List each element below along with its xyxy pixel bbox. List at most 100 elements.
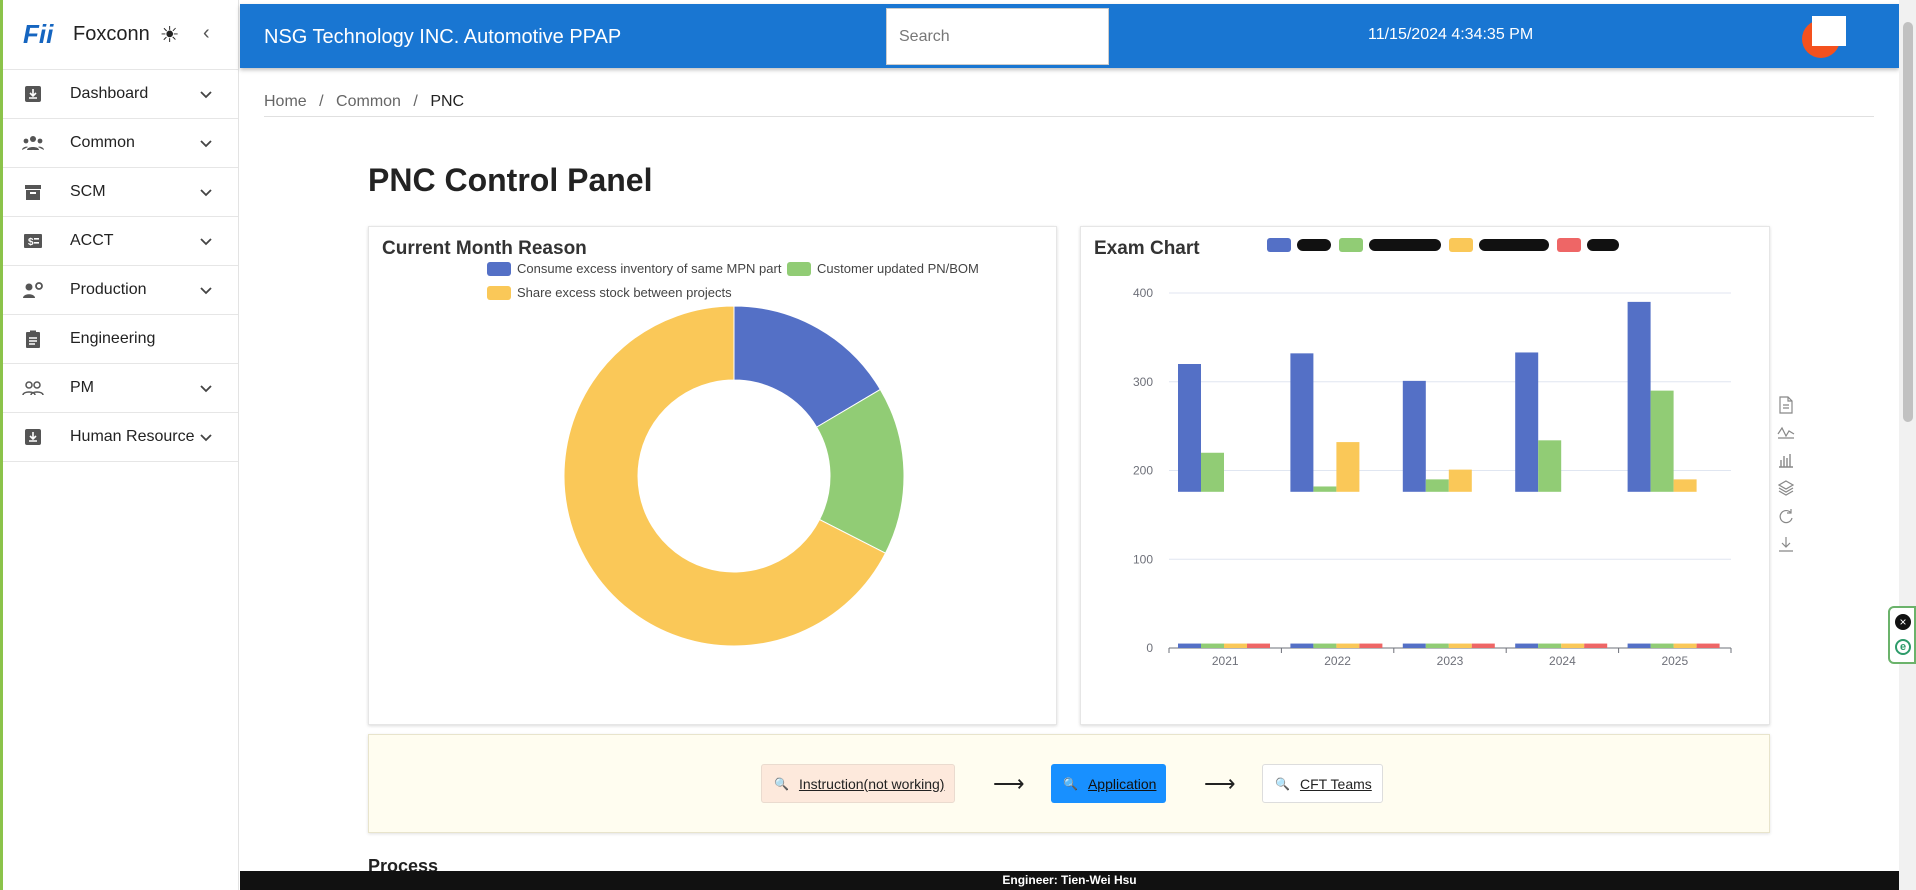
search-icon: 🔍	[774, 776, 789, 791]
header-datetime: 11/15/2024 4:34:35 PM	[1368, 26, 1534, 43]
donut-chart-card: Current Month Reason Consume excess inve…	[368, 226, 1057, 725]
bar	[1650, 390, 1674, 492]
cft-teams-button[interactable]: 🔍 CFT Teams	[1262, 764, 1383, 803]
brand: Fii Foxconn ☀ ‹	[3, 0, 238, 70]
cft-teams-label: CFT Teams	[1299, 775, 1372, 792]
bar	[1627, 301, 1651, 492]
bar-chart-card: Exam Chart 0 100 200 300 400 2021 2022 2023 2024…	[1080, 226, 1770, 725]
group-icon	[22, 133, 44, 153]
bar	[1561, 643, 1585, 648]
bar	[1696, 643, 1720, 648]
bar	[1650, 643, 1674, 648]
flow-arrow-icon: ⟶	[1204, 771, 1236, 796]
bar	[1471, 643, 1495, 648]
process-flow-bar: 🔍 Instruction(not working) ⟶ 🔍 Applicati…	[368, 734, 1770, 833]
breadcrumb-divider	[264, 116, 1874, 117]
sidebar-item-pm[interactable]: PM	[3, 364, 238, 413]
instruction-button[interactable]: 🔍 Instruction(not working)	[761, 764, 956, 803]
chevron-down-icon	[200, 86, 212, 104]
bar	[1313, 486, 1337, 492]
breadcrumb-separator: /	[413, 93, 418, 110]
sidebar: Fii Foxconn ☀ ‹ Dashboard Common SCM $ ACCT P…	[3, 0, 239, 890]
collapse-sidebar-chevron-left-icon[interactable]: ‹	[203, 22, 210, 45]
money-icon: $	[22, 231, 44, 251]
page-title: PNC Control Panel	[368, 162, 653, 198]
chevron-down-icon	[200, 233, 212, 251]
bar	[1627, 643, 1651, 648]
bar	[1201, 643, 1224, 648]
sidebar-item-label: Production	[70, 281, 147, 298]
line-chart-icon[interactable]	[1776, 424, 1796, 452]
clipboard-icon	[22, 329, 44, 349]
sidebar-item-common[interactable]: Common	[3, 119, 238, 168]
sidebar-item-dashboard[interactable]: Dashboard	[3, 70, 238, 119]
bar-chart-icon[interactable]	[1776, 452, 1796, 480]
bar	[1247, 643, 1270, 648]
sidebar-item-label: Dashboard	[70, 85, 149, 102]
sidebar-item-label: Human Resource	[70, 428, 195, 445]
chart-toolbox	[1776, 396, 1796, 564]
bar	[1336, 643, 1360, 648]
sidebar-item-engineering[interactable]: Engineering	[3, 315, 238, 364]
sidebar-nav: Dashboard Common SCM $ ACCT Production Enginee…	[3, 70, 238, 462]
bar	[1402, 380, 1426, 492]
breadcrumb: Home / Common / PNC	[264, 93, 472, 111]
breadcrumb-home[interactable]: Home	[264, 93, 307, 110]
floating-widget: × e	[1888, 606, 1916, 664]
download-box-icon	[22, 427, 44, 447]
search-icon: 🔍	[1063, 776, 1078, 791]
bar	[1425, 479, 1449, 492]
sidebar-item-production[interactable]: Production	[3, 266, 238, 315]
data-view-icon[interactable]	[1776, 396, 1796, 424]
stack-icon[interactable]	[1776, 480, 1796, 508]
chevron-down-icon	[200, 135, 212, 153]
app-header: NSG Technology INC. Automotive PPAP 11/1…	[240, 4, 1899, 68]
y-tick-label: 300	[1133, 375, 1153, 389]
search-icon: 🔍	[1275, 776, 1290, 791]
bar	[1201, 452, 1224, 492]
x-tick-label: 2022	[1324, 654, 1351, 668]
footer: Engineer: Tien-Wei Hsu	[240, 871, 1899, 890]
sidebar-item-scm[interactable]: SCM	[3, 168, 238, 217]
bar	[1178, 364, 1201, 492]
sidebar-item-human-resource[interactable]: Human Resource	[3, 413, 238, 462]
breadcrumb-separator: /	[319, 93, 324, 110]
sidebar-item-label: PM	[70, 379, 94, 396]
donut-chart	[563, 305, 905, 647]
bar	[1290, 643, 1314, 648]
archive-icon	[22, 182, 44, 202]
theme-toggle-sun-icon[interactable]: ☀	[160, 22, 180, 48]
x-tick-label: 2025	[1661, 654, 1688, 668]
restore-icon[interactable]	[1776, 508, 1796, 536]
bar-chart: 0 100 200 300 400 2021 2022 2023 2024 2025	[1133, 286, 1732, 668]
search-input[interactable]	[886, 8, 1109, 65]
extension-icon[interactable]: e	[1895, 639, 1911, 655]
chevron-down-icon	[200, 380, 212, 398]
y-tick-label: 100	[1133, 552, 1153, 566]
download-icon[interactable]	[1776, 536, 1796, 564]
breadcrumb-current: PNC	[430, 93, 465, 110]
bar	[1515, 352, 1539, 492]
bar	[1584, 643, 1608, 648]
bar	[1313, 643, 1337, 648]
avatar-overlay	[1812, 16, 1846, 46]
sidebar-item-label: SCM	[70, 183, 106, 200]
bar	[1448, 643, 1472, 648]
breadcrumb-common[interactable]: Common	[336, 93, 401, 110]
application-label: Application	[1087, 775, 1157, 792]
scrollbar-thumb[interactable]	[1903, 22, 1913, 422]
people-outline-icon	[22, 378, 44, 398]
close-icon[interactable]: ×	[1895, 614, 1911, 630]
sidebar-item-label: Common	[70, 134, 135, 151]
application-button[interactable]: 🔍 Application	[1051, 764, 1167, 803]
bar	[1538, 643, 1562, 648]
x-tick-label: 2024	[1549, 654, 1576, 668]
chevron-down-icon	[200, 282, 212, 300]
y-tick-label: 0	[1146, 641, 1153, 655]
chevron-down-icon	[200, 429, 212, 447]
bar	[1224, 643, 1247, 648]
sidebar-item-acct[interactable]: $ ACCT	[3, 217, 238, 266]
sidebar-item-label: ACCT	[70, 232, 114, 249]
brand-logo: Fii	[23, 19, 54, 49]
x-tick-label: 2021	[1212, 654, 1239, 668]
